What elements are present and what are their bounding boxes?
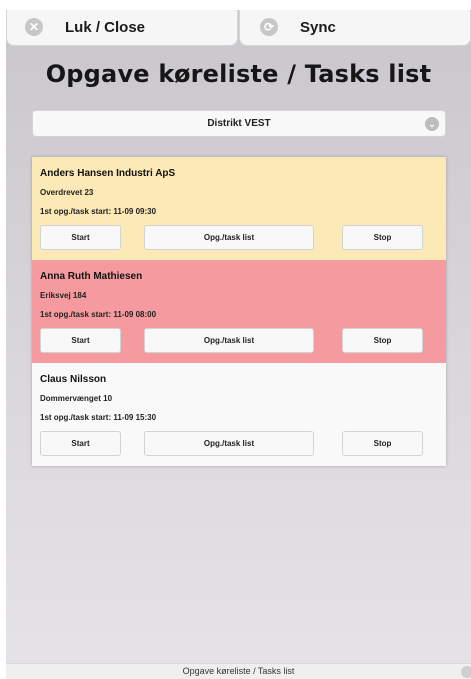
task-list-button[interactable]: Opg./task list (144, 225, 314, 250)
district-select-value: Distrikt VEST (207, 118, 271, 129)
task-item: Anders Hansen Industri ApS Overdrevet 23… (32, 157, 446, 260)
footer-bar: Opgave køreliste / Tasks list (6, 663, 471, 679)
refresh-icon: ⟳ (260, 18, 278, 36)
sync-button-label: Sync (300, 19, 336, 36)
close-button-label: Luk / Close (65, 19, 146, 36)
task-start-time: 1st opg./task start: 11-09 15:30 (40, 413, 157, 422)
task-address: Dommervænget 10 (40, 394, 113, 403)
task-list: Anders Hansen Industri ApS Overdrevet 23… (32, 157, 446, 466)
top-toolbar: ✕ Luk / Close ⟳ Sync (6, 10, 471, 48)
corner-icon (461, 666, 471, 678)
chevron-down-icon: ⌄ (425, 117, 439, 131)
district-select[interactable]: Distrikt VEST ⌄ (32, 110, 446, 137)
task-item: Anna Ruth Mathiesen Eriksvej 184 1st opg… (32, 260, 446, 363)
task-address: Overdrevet 23 (40, 188, 94, 197)
task-customer-name: Anders Hansen Industri ApS (40, 168, 176, 179)
stop-button[interactable]: Stop (342, 431, 423, 456)
task-customer-name: Claus Nilsson (40, 374, 107, 385)
task-item: Claus Nilsson Dommervænget 10 1st opg./t… (32, 363, 446, 466)
task-start-time: 1st opg./task start: 11-09 09:30 (40, 207, 157, 216)
task-list-button[interactable]: Opg./task list (144, 328, 314, 353)
task-start-time: 1st opg./task start: 11-09 08:00 (40, 310, 157, 319)
footer-title: Opgave køreliste / Tasks list (182, 666, 295, 676)
sync-button[interactable]: ⟳ Sync (239, 10, 471, 46)
close-icon: ✕ (25, 18, 43, 36)
stop-button[interactable]: Stop (342, 225, 423, 250)
start-button[interactable]: Start (40, 328, 121, 353)
task-address: Eriksvej 184 (40, 291, 87, 300)
close-button[interactable]: ✕ Luk / Close (6, 10, 238, 46)
stop-button[interactable]: Stop (342, 328, 423, 353)
task-customer-name: Anna Ruth Mathiesen (40, 271, 143, 282)
start-button[interactable]: Start (40, 431, 121, 456)
task-list-button[interactable]: Opg./task list (144, 431, 314, 456)
page-title: Opgave køreliste / Tasks list (45, 60, 432, 88)
app-screen: ✕ Luk / Close ⟳ Sync Opgave køreliste / … (6, 10, 471, 679)
start-button[interactable]: Start (40, 225, 121, 250)
